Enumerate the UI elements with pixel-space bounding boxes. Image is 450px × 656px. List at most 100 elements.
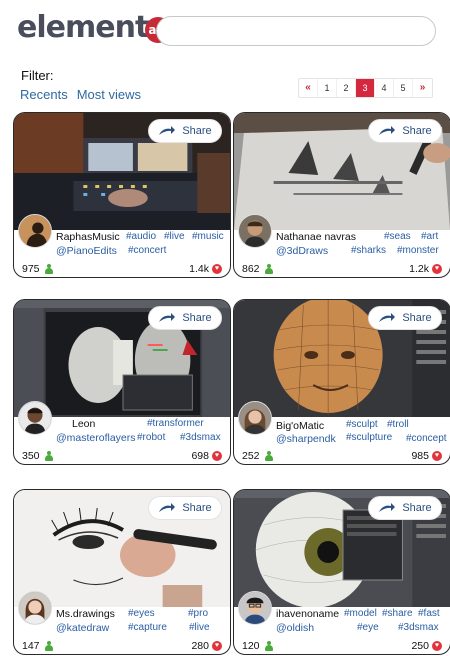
avatar[interactable] xyxy=(238,401,272,435)
card-tag[interactable]: #3dsmax xyxy=(180,432,221,443)
card-handle[interactable]: @PianoEdits xyxy=(56,245,117,257)
share-arrow-icon xyxy=(379,503,396,512)
pagination-page-1[interactable]: 1 xyxy=(318,79,337,97)
pagination: « 1 2 3 4 5 » xyxy=(298,78,433,98)
site-logo[interactable]: element art xyxy=(17,9,172,45)
like-count[interactable]: 1.4k ♥ xyxy=(189,263,222,275)
pagination-page-5[interactable]: 5 xyxy=(394,79,413,97)
share-button[interactable]: Share xyxy=(148,496,222,520)
card-tag[interactable]: #capture xyxy=(128,622,167,633)
view-count-value: 350 xyxy=(22,450,40,462)
card-username[interactable]: Big'oMatic xyxy=(276,420,324,432)
card-tag[interactable]: #live xyxy=(164,231,185,242)
video-card[interactable]: Share RaphasMusic @PianoEdits #audio #li… xyxy=(13,112,231,278)
filter-most-views-link[interactable]: Most views xyxy=(77,87,141,102)
share-button[interactable]: Share xyxy=(368,496,442,520)
card-tag[interactable]: #robot xyxy=(137,432,165,443)
share-button[interactable]: Share xyxy=(368,119,442,143)
card-tag[interactable]: #seas xyxy=(384,231,411,242)
pagination-prev-button[interactable]: « xyxy=(299,79,318,97)
like-count[interactable]: 280 ♥ xyxy=(191,640,222,652)
view-count: 350 xyxy=(22,450,54,462)
filter-options: Recents Most views xyxy=(20,87,141,102)
card-tag[interactable]: #transformer xyxy=(147,418,204,429)
avatar[interactable] xyxy=(18,214,52,248)
card-handle[interactable]: @3dDraws xyxy=(276,245,328,257)
viewers-icon xyxy=(44,641,54,651)
like-count[interactable]: 985 ♥ xyxy=(411,450,442,462)
heart-icon: ♥ xyxy=(212,641,222,651)
like-count[interactable]: 250 ♥ xyxy=(411,640,442,652)
card-tag[interactable]: #live xyxy=(189,622,210,633)
share-label: Share xyxy=(182,502,212,514)
card-tag[interactable]: #3dsmax xyxy=(398,622,439,633)
view-count-value: 120 xyxy=(242,640,260,652)
avatar[interactable] xyxy=(238,591,272,625)
view-count: 147 xyxy=(22,640,54,652)
logo-wordmark: element xyxy=(17,9,149,45)
view-count: 975 xyxy=(22,263,54,275)
card-username[interactable]: ihavenoname xyxy=(276,608,339,620)
card-tag[interactable]: #art xyxy=(421,231,438,242)
like-count[interactable]: 1.2k ♥ xyxy=(409,263,442,275)
card-username[interactable]: Ms.drawings xyxy=(56,608,115,620)
card-tag[interactable]: #concept xyxy=(406,433,447,444)
like-count-value: 1.4k xyxy=(189,263,209,275)
card-tag[interactable]: #sharks xyxy=(351,245,386,256)
view-count-value: 862 xyxy=(242,263,260,275)
card-tag[interactable]: #troll xyxy=(387,419,409,430)
card-tag[interactable]: #audio xyxy=(126,231,156,242)
card-handle[interactable]: @oldish xyxy=(276,622,314,634)
card-handle[interactable]: @masteroflayers xyxy=(56,432,136,444)
card-tag[interactable]: #share xyxy=(382,608,413,619)
card-tag[interactable]: #eyes xyxy=(128,608,155,619)
pagination-next-button[interactable]: » xyxy=(413,79,432,97)
card-tag[interactable]: #sculpture xyxy=(346,432,392,443)
pagination-page-2[interactable]: 2 xyxy=(337,79,356,97)
card-tag[interactable]: #model xyxy=(344,608,377,619)
avatar[interactable] xyxy=(238,214,272,248)
video-card[interactable]: Share Nathanae navras @3dDraws #seas #ar… xyxy=(233,112,450,278)
card-username[interactable]: Leon xyxy=(72,418,95,430)
search-input[interactable] xyxy=(157,17,435,45)
heart-icon: ♥ xyxy=(212,264,222,274)
video-card[interactable]: Share Big'oMatic @sharpendk #sculpt #tro… xyxy=(233,299,450,465)
card-username[interactable]: Nathanae navras xyxy=(276,231,356,243)
pagination-page-4[interactable]: 4 xyxy=(375,79,394,97)
card-tag[interactable]: #music xyxy=(192,231,224,242)
video-card[interactable]: Share ihavenoname @oldish #model #share … xyxy=(233,489,450,655)
share-arrow-icon xyxy=(159,503,176,512)
search-bar[interactable] xyxy=(156,16,436,46)
share-button[interactable]: Share xyxy=(368,306,442,330)
card-tag[interactable]: #eye xyxy=(357,622,379,633)
filter-label: Filter: xyxy=(21,68,54,83)
avatar[interactable] xyxy=(18,401,52,435)
filter-recents-link[interactable]: Recents xyxy=(20,87,68,102)
share-label: Share xyxy=(402,312,432,324)
avatar[interactable] xyxy=(18,591,52,625)
pagination-page-3-current[interactable]: 3 xyxy=(356,79,375,97)
share-arrow-icon xyxy=(379,313,396,322)
like-count[interactable]: 698 ♥ xyxy=(191,450,222,462)
view-count-value: 975 xyxy=(22,263,40,275)
video-card[interactable]: Share Leon @masteroflayers #transformer … xyxy=(13,299,231,465)
video-card[interactable]: Share Ms.drawings @katedraw #eyes #pro #… xyxy=(13,489,231,655)
card-tag[interactable]: #monster xyxy=(397,245,439,256)
share-button[interactable]: Share xyxy=(148,119,222,143)
card-username[interactable]: RaphasMusic xyxy=(56,231,120,243)
heart-icon: ♥ xyxy=(212,451,222,461)
like-count-value: 698 xyxy=(191,450,209,462)
like-count-value: 280 xyxy=(191,640,209,652)
card-handle[interactable]: @katedraw xyxy=(56,622,109,634)
view-count-value: 147 xyxy=(22,640,40,652)
share-arrow-icon xyxy=(159,126,176,135)
view-count: 252 xyxy=(242,450,274,462)
card-handle[interactable]: @sharpendk xyxy=(276,433,336,445)
share-arrow-icon xyxy=(159,313,176,322)
card-tag[interactable]: #sculpt xyxy=(346,419,378,430)
share-button[interactable]: Share xyxy=(148,306,222,330)
card-tag[interactable]: #pro xyxy=(188,608,208,619)
card-tag[interactable]: #fast xyxy=(418,608,440,619)
card-tag[interactable]: #concert xyxy=(128,245,166,256)
share-label: Share xyxy=(182,312,212,324)
